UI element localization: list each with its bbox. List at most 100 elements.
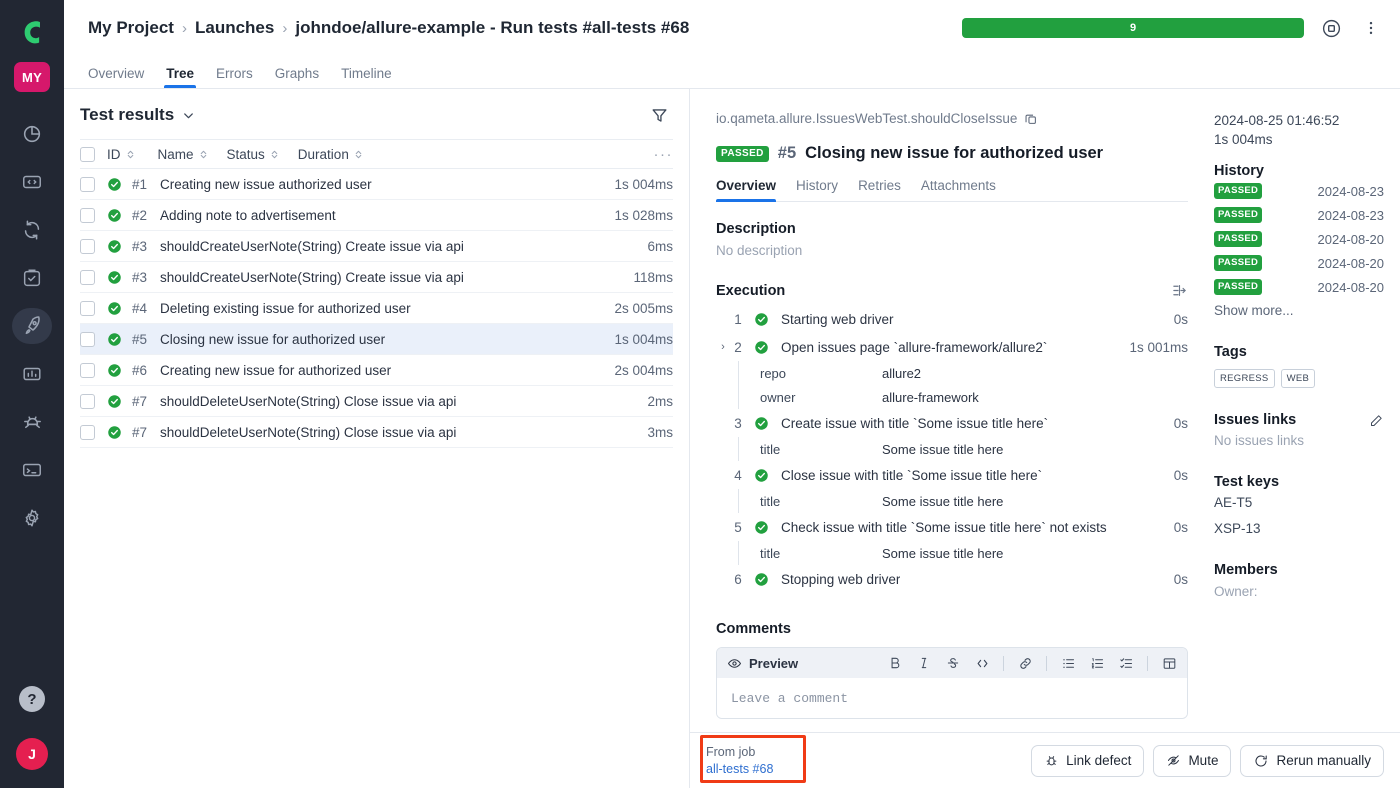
test-key-2[interactable]: XSP-13 xyxy=(1214,516,1384,542)
italic-icon[interactable] xyxy=(916,655,932,671)
row-checkbox[interactable] xyxy=(80,176,95,192)
page-title: Test results xyxy=(80,105,175,124)
link-icon[interactable] xyxy=(1017,655,1033,671)
breadcrumb-item-project[interactable]: My Project xyxy=(88,18,174,38)
table-body: #1 Creating new issue authorized user 1s 0… xyxy=(80,169,673,448)
allure-logo-icon[interactable] xyxy=(14,14,50,50)
history-item[interactable]: PASSED 2024-08-20 xyxy=(1214,275,1384,299)
table-row[interactable]: #1 Creating new issue authorized user 1s 0… xyxy=(80,169,673,200)
row-status-icon xyxy=(107,177,122,192)
pencil-icon[interactable] xyxy=(1369,413,1384,428)
comment-input[interactable]: Leave a comment xyxy=(717,678,1187,718)
step-number: 2 xyxy=(734,339,742,355)
column-header-id[interactable]: ID xyxy=(107,147,136,162)
bulleted-list-icon[interactable] xyxy=(1060,655,1076,671)
sidebar-item-dashboard[interactable] xyxy=(10,110,54,158)
comment-editor: Preview Leave a comment xyxy=(716,647,1188,719)
execution-step[interactable]: › 2 Open issues page `allure-framework/all… xyxy=(716,333,1188,361)
strikethrough-icon[interactable] xyxy=(945,655,961,671)
breadcrumb-item-launches[interactable]: Launches xyxy=(195,18,274,38)
rerun-manually-button[interactable]: Rerun manually xyxy=(1240,744,1384,777)
avatar[interactable]: J xyxy=(16,738,48,770)
bold-icon[interactable] xyxy=(887,655,903,671)
row-checkbox[interactable] xyxy=(80,424,95,440)
copy-icon[interactable] xyxy=(1024,112,1038,126)
sidebar-item-code[interactable] xyxy=(10,158,54,206)
table-row[interactable]: #3 shouldCreateUserNote(String) Create is… xyxy=(80,262,673,293)
table-row[interactable]: #7 shouldDeleteUserNote(String) Close iss… xyxy=(80,417,673,448)
tag-chip[interactable]: REGRESS xyxy=(1214,369,1275,388)
chevron-down-icon[interactable] xyxy=(181,108,196,123)
workspace-badge[interactable]: MY xyxy=(14,62,50,92)
row-checkbox[interactable] xyxy=(80,393,95,409)
row-checkbox[interactable] xyxy=(80,207,95,223)
table-row[interactable]: #3 shouldCreateUserNote(String) Create is… xyxy=(80,231,673,262)
stop-circle-icon[interactable] xyxy=(1318,15,1344,41)
mute-button[interactable]: Mute xyxy=(1153,744,1232,777)
more-vertical-icon[interactable] xyxy=(1358,15,1384,41)
sidebar-item-defects[interactable] xyxy=(10,398,54,446)
history-item[interactable]: PASSED 2024-08-23 xyxy=(1214,203,1384,227)
column-header-status[interactable]: Status xyxy=(227,147,280,162)
tab-errors[interactable]: Errors xyxy=(216,66,253,88)
history-item[interactable]: PASSED 2024-08-20 xyxy=(1214,251,1384,275)
column-header-name[interactable]: Name xyxy=(158,147,209,162)
column-header-duration[interactable]: Duration xyxy=(298,147,364,162)
tab-attachments[interactable]: Attachments xyxy=(921,178,996,201)
tab-timeline[interactable]: Timeline xyxy=(341,66,392,88)
execution-step[interactable]: 3 Create issue with title `Some issue tit… xyxy=(716,409,1188,437)
select-all-checkbox[interactable] xyxy=(80,146,95,162)
tab-tree[interactable]: Tree xyxy=(164,66,196,88)
sidebar-item-test-plan[interactable] xyxy=(10,254,54,302)
row-checkbox[interactable] xyxy=(80,269,95,285)
execution-step[interactable]: 6 Stopping web driver 0s xyxy=(716,565,1188,593)
execution-step[interactable]: 5 Check issue with title `Some issue titl… xyxy=(716,513,1188,541)
numbered-list-icon[interactable] xyxy=(1089,655,1105,671)
history-item[interactable]: PASSED 2024-08-23 xyxy=(1214,179,1384,203)
sidebar-item-settings[interactable] xyxy=(10,494,54,542)
tag-chip[interactable]: WEB xyxy=(1280,369,1316,388)
preview-toggle[interactable]: Preview xyxy=(727,656,798,671)
test-metadata-sidebar: 2024-08-25 01:46:52 1s 004ms History PAS… xyxy=(1204,89,1400,732)
test-key-1[interactable]: AE-T5 xyxy=(1214,490,1384,516)
expand-collapse-icon[interactable] xyxy=(1171,282,1188,299)
table-row[interactable]: #4 Deleting existing issue for authorized… xyxy=(80,293,673,324)
checklist-icon[interactable] xyxy=(1118,655,1134,671)
link-defect-button[interactable]: Link defect xyxy=(1031,744,1145,777)
step-number: 4 xyxy=(734,467,742,483)
content-split: Test results ID Name Status Duration ···… xyxy=(64,89,1400,788)
history-date: 2024-08-20 xyxy=(1317,255,1385,271)
sidebar-item-reports[interactable] xyxy=(10,350,54,398)
row-duration: 1s 004ms xyxy=(614,176,673,192)
table-row[interactable]: #6 Creating new issue for authorized user… xyxy=(80,355,673,386)
table-row[interactable]: #7 shouldDeleteUserNote(String) Close iss… xyxy=(80,386,673,417)
execution-step[interactable]: 4 Close issue with title `Some issue titl… xyxy=(716,461,1188,489)
row-checkbox[interactable] xyxy=(80,362,95,378)
tab-history[interactable]: History xyxy=(796,178,838,201)
filter-icon[interactable] xyxy=(650,106,669,125)
row-checkbox[interactable] xyxy=(80,331,95,347)
help-icon[interactable]: ? xyxy=(19,686,45,712)
row-status-icon xyxy=(107,270,122,285)
tab-retries[interactable]: Retries xyxy=(858,178,901,201)
row-checkbox[interactable] xyxy=(80,300,95,316)
table-row[interactable]: #5 Closing new issue for authorized user 1… xyxy=(80,324,673,355)
sidebar-item-sync[interactable] xyxy=(10,206,54,254)
tab-overview[interactable]: Overview xyxy=(88,66,144,88)
tab-graphs[interactable]: Graphs xyxy=(275,66,319,88)
ellipsis-icon[interactable]: ··· xyxy=(654,146,674,163)
table-icon[interactable] xyxy=(1161,655,1177,671)
mute-label: Mute xyxy=(1188,753,1219,768)
table-row[interactable]: #2 Adding note to advertisement 1s 028ms xyxy=(80,200,673,231)
launch-tabs: Overview Tree Errors Graphs Timeline xyxy=(64,56,1400,88)
row-checkbox[interactable] xyxy=(80,238,95,254)
execution-step[interactable]: 1 Starting web driver 0s xyxy=(716,305,1188,333)
code-icon[interactable] xyxy=(974,655,990,671)
from-job-link[interactable]: all-tests #68 xyxy=(706,761,773,778)
sidebar-item-launches[interactable] xyxy=(10,302,54,350)
history-item[interactable]: PASSED 2024-08-20 xyxy=(1214,227,1384,251)
show-more-link[interactable]: Show more... xyxy=(1214,303,1384,318)
tab-overview[interactable]: Overview xyxy=(716,178,777,202)
step-expand-icon[interactable]: › xyxy=(716,341,730,353)
sidebar-item-console[interactable] xyxy=(10,446,54,494)
